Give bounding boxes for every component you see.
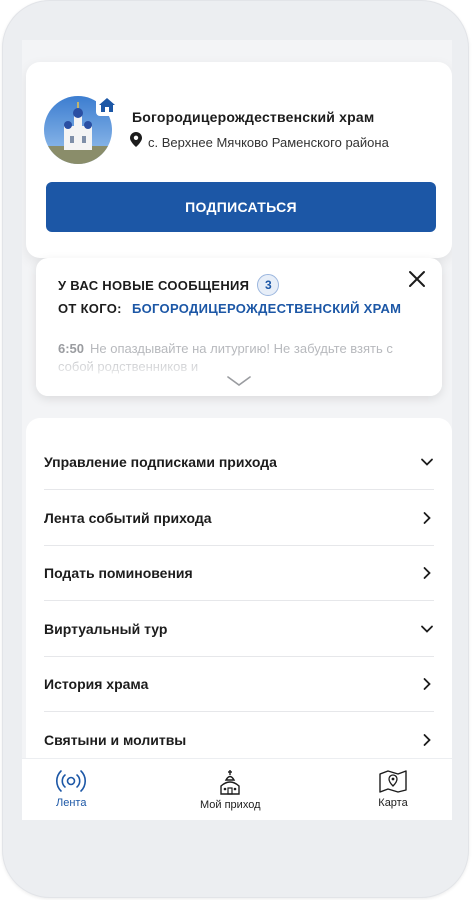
chevron-down-icon[interactable] [226, 374, 252, 388]
chevron-right-icon [423, 733, 431, 746]
church-icon [220, 770, 240, 795]
menu-item-label: История храма [44, 675, 149, 692]
chevron-down-icon [421, 625, 433, 633]
messages-count-badge: 3 [257, 274, 280, 296]
nav-label-feed: Лента [56, 797, 87, 809]
location-pin-icon [130, 132, 142, 152]
nav-label-my-parish: Мой приход [200, 799, 261, 811]
menu-item-events-feed[interactable]: Лента событий прихода [44, 490, 434, 546]
phone-frame: Богородицерождественский храм с. Верхнее… [2, 0, 469, 898]
app-screen: Богородицерождественский храм с. Верхнее… [22, 40, 452, 820]
broadcast-icon [56, 770, 87, 792]
chevron-right-icon [423, 511, 431, 524]
subscribe-button[interactable]: ПОДПИСАТЬСЯ [46, 182, 436, 232]
nav-label-map: Карта [378, 797, 408, 809]
menu-item-label: Подать поминовения [44, 564, 193, 581]
menu-item-label: Лента событий прихода [44, 509, 212, 526]
bottom-nav: Лента Мой приход Карта [22, 758, 452, 820]
menu-item-label: Виртуальный тур [44, 620, 168, 637]
nav-tab-feed[interactable]: Лента [56, 769, 86, 809]
sender-label: ОТ КОГО: [58, 301, 122, 316]
message-sender: ОТ КОГО: БОГОРОДИЦЕРОЖДЕСТВЕНСКИЙ ХРАМ [58, 300, 418, 317]
church-location: с. Верхнее Мячково Раменского района [130, 132, 389, 152]
menu-item-subscriptions[interactable]: Управление подписками прихода [44, 434, 434, 490]
messages-header: У ВАС НОВЫЕ СООБЩЕНИЯ 3 [58, 274, 280, 296]
church-title: Богородицерождественский храм [132, 109, 375, 125]
home-icon [96, 94, 118, 116]
close-icon[interactable] [406, 268, 428, 290]
menu-item-history[interactable]: История храма [44, 656, 434, 712]
chevron-right-icon [423, 566, 431, 579]
church-card: Богородицерождественский храм с. Верхнее… [26, 62, 452, 258]
chevron-down-icon [421, 458, 433, 466]
menu-item-virtual-tour[interactable]: Виртуальный тур [44, 601, 434, 657]
location-text: с. Верхнее Мячково Раменского района [148, 134, 389, 150]
nav-tab-my-parish[interactable]: Мой приход [200, 769, 261, 811]
menu-item-label: Управление подписками прихода [44, 453, 277, 470]
messages-header-label: У ВАС НОВЫЕ СООБЩЕНИЯ [58, 277, 250, 293]
menu-item-label: Святыни и молитвы [44, 731, 187, 748]
chevron-right-icon [423, 677, 431, 690]
menu-item-commemorations[interactable]: Подать поминовения [44, 545, 434, 601]
nav-tab-map[interactable]: Карта [378, 769, 408, 809]
new-messages-card[interactable]: У ВАС НОВЫЕ СООБЩЕНИЯ 3 ОТ КОГО: БОГОРОД… [36, 258, 442, 396]
map-icon [379, 770, 407, 793]
